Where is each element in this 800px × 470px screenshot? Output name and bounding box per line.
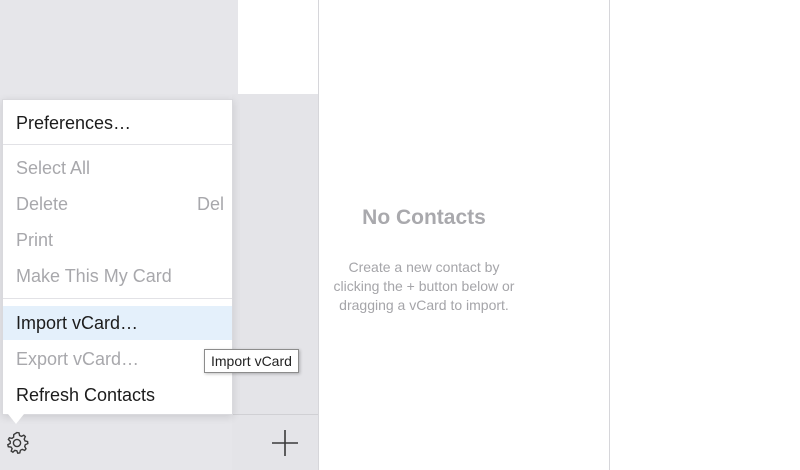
- menu-item-make-my-card[interactable]: Make This My Card: [3, 259, 232, 293]
- empty-state-description: Create a new contact by clicking the + b…: [311, 258, 537, 315]
- menu-item-delete-label: Delete: [16, 194, 69, 214]
- menu-separator: [3, 298, 232, 299]
- menu-item-export-vcard[interactable]: Export vCard…: [3, 342, 232, 376]
- menu-separator: [3, 144, 232, 145]
- menu-item-delete[interactable]: Delete Del: [3, 187, 232, 221]
- empty-state-line-1: Create a new contact by: [348, 259, 500, 275]
- tooltip: Import vCard: [204, 349, 299, 373]
- menu-item-delete-shortcut: Del: [196, 194, 224, 214]
- settings-menu: Preferences… Select All Delete Del Print…: [2, 99, 233, 415]
- menu-item-import-vcard[interactable]: Import vCard…: [3, 306, 232, 340]
- empty-state-line-2: clicking the + button below or: [333, 278, 515, 294]
- sidebar-footer: [0, 414, 238, 470]
- empty-state-line-3: dragging a vCard to import.: [339, 297, 509, 313]
- menu-item-select-all[interactable]: Select All: [3, 151, 232, 185]
- contact-detail-pane: [319, 0, 609, 470]
- contacts-app: No Contacts Create a new contact by clic…: [0, 0, 800, 470]
- menu-item-preferences[interactable]: Preferences…: [3, 106, 232, 140]
- empty-state-title: No Contacts: [362, 206, 486, 229]
- menu-pointer: [8, 414, 24, 424]
- detail-pane-border: [609, 0, 610, 470]
- menu-item-refresh-contacts[interactable]: Refresh Contacts: [3, 378, 232, 412]
- gear-icon[interactable]: [2, 428, 32, 458]
- menu-item-print[interactable]: Print: [3, 223, 232, 257]
- plus-icon[interactable]: [270, 428, 300, 458]
